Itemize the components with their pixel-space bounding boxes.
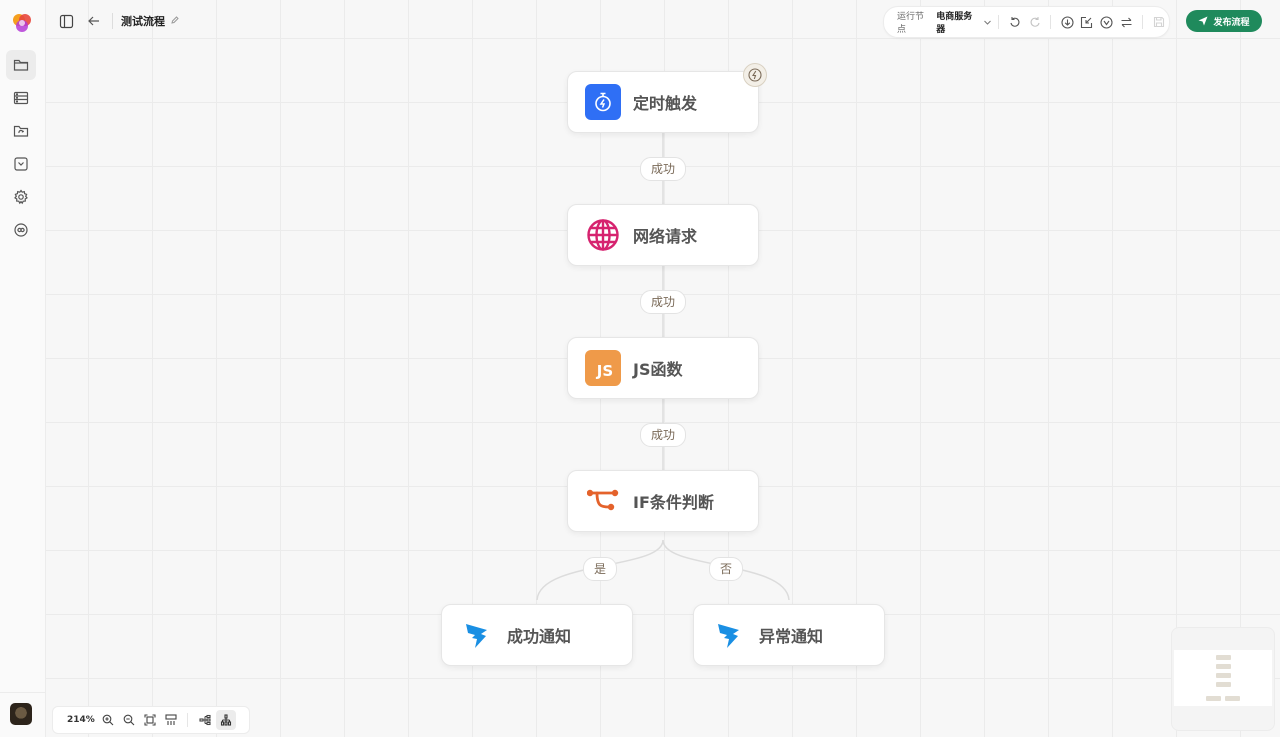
page-header: 测试流程 — [56, 10, 179, 32]
download-button[interactable] — [1059, 12, 1076, 32]
save-button[interactable] — [1151, 12, 1168, 32]
import-button[interactable] — [1079, 12, 1096, 32]
edit-title-icon[interactable] — [171, 15, 179, 27]
zoom-in-button[interactable] — [98, 710, 118, 730]
edge-label[interactable]: 成功 — [639, 157, 687, 181]
fit-view-button[interactable] — [140, 710, 160, 730]
dingtalk-icon — [711, 617, 747, 653]
node-label: 网络请求 — [633, 227, 698, 246]
globe-icon — [585, 217, 621, 253]
node-timer-trigger[interactable]: 定时触发 — [567, 71, 759, 133]
save-icon — [1154, 16, 1165, 28]
gear-icon — [14, 189, 28, 205]
top-toolbar: 运行节点 电商服务器 — [883, 6, 1170, 38]
import-icon — [1081, 16, 1093, 28]
publish-button[interactable]: 发布流程 — [1186, 10, 1262, 32]
package-icon — [14, 157, 28, 171]
check-circle-icon — [1100, 15, 1113, 29]
toolbar-divider — [1050, 15, 1052, 29]
left-rail — [0, 0, 46, 737]
node-label: JS函数 — [633, 360, 683, 379]
node-label: 定时触发 — [633, 94, 698, 113]
minimap[interactable] — [1171, 627, 1275, 731]
horizontal-layout-button[interactable] — [195, 710, 215, 730]
node-success-notify[interactable]: 成功通知 — [441, 604, 633, 666]
node-error-notify[interactable]: 异常通知 — [693, 604, 885, 666]
zoom-toolbar: 214% — [52, 706, 250, 734]
auto-layout-button[interactable] — [161, 710, 181, 730]
sidebar-item-folder-sync[interactable] — [6, 116, 36, 146]
zoom-out-icon — [123, 714, 135, 726]
redo-icon — [1030, 17, 1040, 27]
chevron-down-icon[interactable] — [982, 16, 992, 28]
zoom-out-button[interactable] — [119, 710, 139, 730]
redo-button[interactable] — [1026, 12, 1043, 32]
sidebar-toggle-icon — [59, 14, 73, 28]
rail-divider — [0, 692, 45, 693]
node-http-request[interactable]: 网络请求 — [567, 204, 759, 266]
branch-icon — [585, 483, 621, 519]
minimap-node — [1216, 673, 1231, 678]
publish-label: 发布流程 — [1213, 17, 1250, 28]
switch-button[interactable] — [1118, 12, 1135, 32]
timer-bolt-icon — [585, 84, 621, 120]
minimap-node — [1225, 696, 1240, 701]
folder-icon — [13, 59, 29, 71]
run-node-select[interactable]: 电商服务器 — [936, 9, 974, 35]
sidebar-item-database[interactable] — [6, 83, 36, 113]
sidebar-item-folder[interactable] — [6, 50, 36, 80]
minimap-node — [1206, 696, 1221, 701]
database-icon — [13, 91, 29, 105]
edge-label[interactable]: 成功 — [639, 423, 687, 447]
sidebar-item-package[interactable] — [6, 149, 36, 179]
toolbar-divider — [998, 15, 999, 29]
send-icon — [1198, 16, 1208, 26]
arrow-left-icon — [88, 16, 99, 26]
page-title: 测试流程 — [121, 15, 165, 28]
edge-label-no[interactable]: 否 — [708, 557, 744, 581]
swap-icon — [1121, 17, 1132, 27]
js-icon: JS — [585, 350, 621, 386]
folder-sync-icon — [13, 125, 29, 137]
node-if-condition[interactable]: IF条件判断 — [567, 470, 759, 532]
app-logo[interactable] — [11, 12, 33, 34]
undo-icon — [1010, 17, 1020, 27]
header-divider — [112, 13, 113, 29]
vertical-layout-button[interactable] — [216, 710, 236, 730]
edge-label[interactable]: 成功 — [639, 290, 687, 314]
fit-view-icon — [144, 714, 156, 726]
minimap-node — [1216, 655, 1231, 660]
zoom-divider — [187, 713, 188, 727]
layout-icon — [165, 714, 177, 725]
sidebar-item-plugin[interactable] — [6, 215, 36, 245]
toolbar-divider — [1142, 15, 1144, 29]
validate-button[interactable] — [1098, 12, 1115, 32]
node-label: 成功通知 — [507, 627, 572, 646]
toggle-sidebar-button[interactable] — [56, 11, 76, 31]
back-button[interactable] — [84, 11, 104, 31]
tree-vertical-icon — [220, 714, 232, 726]
minimap-node — [1216, 682, 1231, 687]
plugin-icon — [14, 223, 28, 237]
undo-button[interactable] — [1006, 12, 1023, 32]
edge-label-yes[interactable]: 是 — [582, 557, 618, 581]
node-label: IF条件判断 — [633, 493, 714, 512]
tree-horizontal-icon — [199, 714, 211, 726]
node-js-function[interactable]: JS JS函数 — [567, 337, 759, 399]
zoom-in-icon — [102, 714, 114, 726]
run-node-label: 运行节点 — [897, 12, 925, 35]
avatar[interactable] — [10, 703, 32, 725]
download-icon — [1061, 15, 1074, 29]
trigger-bolt-icon[interactable] — [743, 63, 767, 87]
zoom-level[interactable]: 214% — [67, 715, 97, 725]
sidebar-item-settings[interactable] — [6, 182, 36, 212]
node-label: 异常通知 — [759, 627, 824, 646]
dingtalk-icon — [459, 617, 495, 653]
minimap-node — [1216, 664, 1231, 669]
